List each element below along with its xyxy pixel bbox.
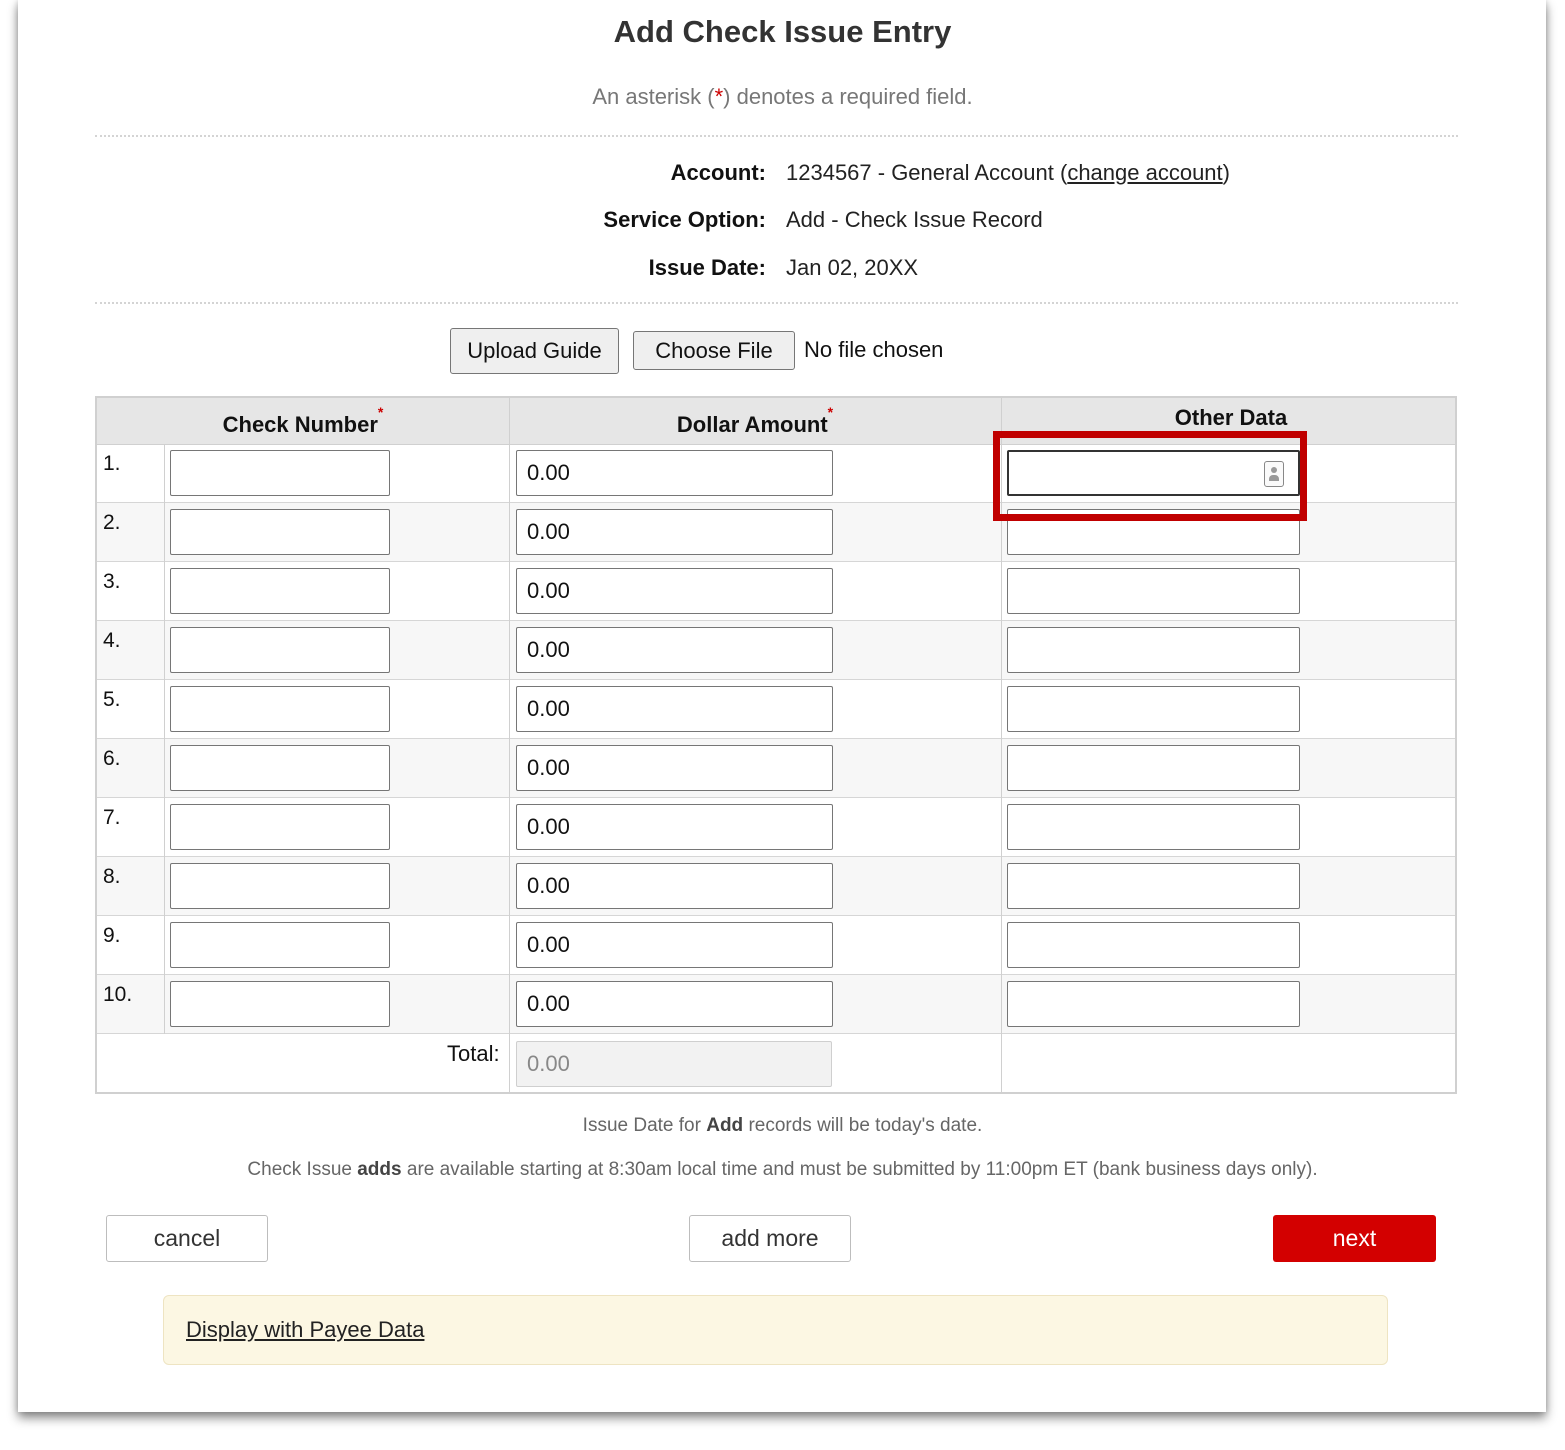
- required-asterisk: *: [714, 84, 724, 109]
- header-check-number: Check Number*: [97, 404, 509, 438]
- issue-date-note: Issue Date for Add records will be today…: [0, 1115, 1565, 1137]
- check-number-required-marker: *: [377, 404, 384, 420]
- issue-date-note-bold: Add: [706, 1115, 744, 1136]
- dollar-amount-input[interactable]: 0.00: [516, 804, 833, 850]
- row-number: 1.: [103, 452, 121, 475]
- account-label: Account:: [670, 160, 766, 185]
- total-amount-field: 0.00: [516, 1041, 832, 1087]
- row-number: 3.: [103, 570, 121, 593]
- row-number: 8.: [103, 865, 121, 888]
- table-row: 9. 0.00: [97, 916, 1455, 975]
- choose-file-button[interactable]: Choose File: [633, 331, 795, 370]
- required-note-prefix: An asterisk (: [592, 84, 715, 109]
- header-check-number-label: Check Number: [222, 412, 378, 437]
- issue-date-label: Issue Date:: [648, 255, 766, 280]
- dollar-amount-input[interactable]: 0.00: [516, 981, 833, 1027]
- check-number-input[interactable]: [170, 745, 390, 791]
- divider-top: [95, 135, 1458, 137]
- total-label: Total:: [447, 1041, 500, 1066]
- header-other-data: Other Data: [1174, 405, 1288, 430]
- dollar-amount-input[interactable]: 0.00: [516, 686, 833, 732]
- row-number: 5.: [103, 688, 121, 711]
- account-value-line: 1234567 - General Account (change accoun…: [786, 160, 1230, 186]
- dollar-amount-input[interactable]: 0.00: [516, 450, 833, 496]
- table-row: 3. 0.00: [97, 562, 1455, 621]
- other-data-input[interactable]: [1007, 568, 1300, 614]
- row-number: 2.: [103, 511, 121, 534]
- display-with-payee-data-link[interactable]: Display with Payee Data: [186, 1317, 424, 1343]
- availability-note-bold: adds: [357, 1159, 402, 1180]
- cancel-button[interactable]: cancel: [106, 1215, 268, 1262]
- check-number-input[interactable]: [170, 922, 390, 968]
- dollar-amount-input[interactable]: 0.00: [516, 863, 833, 909]
- required-note-suffix: ) denotes a required field.: [723, 84, 973, 109]
- row-number: 10.: [103, 983, 133, 1006]
- account-value: 1234567 - General Account: [786, 160, 1054, 185]
- row-number: 6.: [103, 747, 121, 770]
- issue-date-value: Jan 02, 20XX: [786, 255, 919, 280]
- other-data-input[interactable]: [1007, 863, 1300, 909]
- dollar-amount-input[interactable]: 0.00: [516, 568, 833, 614]
- check-number-input[interactable]: [170, 509, 390, 555]
- account-paren-close: ): [1222, 160, 1230, 185]
- check-entry-table: Check Number* Dollar Amount* Other Data …: [95, 396, 1457, 1094]
- column-divider-check: [509, 398, 510, 1092]
- other-data-input[interactable]: [1007, 981, 1300, 1027]
- dollar-amount-input[interactable]: 0.00: [516, 509, 833, 555]
- table-row: 7. 0.00: [97, 798, 1455, 857]
- header-dollar-amount-label: Dollar Amount: [676, 412, 828, 437]
- service-option-value: Add - Check Issue Record: [786, 207, 1043, 232]
- upload-guide-button[interactable]: Upload Guide: [450, 328, 619, 374]
- table-row: 4. 0.00: [97, 621, 1455, 680]
- check-number-input[interactable]: [170, 568, 390, 614]
- add-more-button[interactable]: add more: [689, 1215, 851, 1262]
- file-status-text: No file chosen: [804, 337, 944, 362]
- availability-note: Check Issue adds are available starting …: [0, 1159, 1565, 1181]
- issue-date-note-suffix: records will be today's date.: [743, 1115, 983, 1136]
- other-data-input[interactable]: [1007, 509, 1300, 555]
- dollar-amount-input[interactable]: 0.00: [516, 627, 833, 673]
- header-dollar-amount: Dollar Amount*: [510, 404, 1000, 438]
- check-number-input[interactable]: [170, 450, 390, 496]
- other-data-input[interactable]: [1007, 686, 1300, 732]
- other-data-input[interactable]: [1007, 627, 1300, 673]
- table-row: 5. 0.00: [97, 680, 1455, 739]
- row-number: 4.: [103, 629, 121, 652]
- next-button[interactable]: next: [1273, 1215, 1436, 1262]
- service-option-label: Service Option:: [603, 207, 766, 232]
- dollar-amount-input[interactable]: 0.00: [516, 745, 833, 791]
- required-field-note: An asterisk (*) denotes a required field…: [0, 84, 1565, 110]
- table-row: 1. 0.00: [97, 444, 1455, 503]
- dollar-amount-input[interactable]: 0.00: [516, 922, 833, 968]
- row-number: 9.: [103, 924, 121, 947]
- check-number-input[interactable]: [170, 686, 390, 732]
- dollar-amount-required-marker: *: [827, 404, 834, 420]
- availability-note-prefix: Check Issue: [247, 1159, 358, 1180]
- table-row: 8. 0.00: [97, 857, 1455, 916]
- other-data-input[interactable]: [1007, 804, 1300, 850]
- check-number-input[interactable]: [170, 627, 390, 673]
- check-number-input[interactable]: [170, 863, 390, 909]
- issue-date-note-prefix: Issue Date for: [582, 1115, 707, 1136]
- column-divider-amount: [1001, 398, 1002, 1092]
- other-data-input[interactable]: [1007, 745, 1300, 791]
- contact-card-icon[interactable]: [1264, 461, 1284, 487]
- payee-data-panel: Display with Payee Data: [163, 1295, 1388, 1365]
- table-header: Check Number* Dollar Amount* Other Data: [97, 398, 1455, 445]
- check-number-input[interactable]: [170, 981, 390, 1027]
- other-data-input[interactable]: [1007, 450, 1300, 496]
- table-row: 2. 0.00: [97, 503, 1455, 562]
- divider-middle: [95, 302, 1458, 304]
- check-number-input[interactable]: [170, 804, 390, 850]
- table-row: 10. 0.00: [97, 975, 1455, 1034]
- row-number: 7.: [103, 806, 121, 829]
- page-title: Add Check Issue Entry: [613, 14, 952, 49]
- table-row: 6. 0.00: [97, 739, 1455, 798]
- other-data-input[interactable]: [1007, 922, 1300, 968]
- column-divider-number: [164, 444, 165, 1034]
- account-paren-open: (: [1053, 160, 1068, 185]
- availability-note-suffix: are available starting at 8:30am local t…: [401, 1159, 1318, 1180]
- change-account-link[interactable]: change account: [1067, 160, 1222, 185]
